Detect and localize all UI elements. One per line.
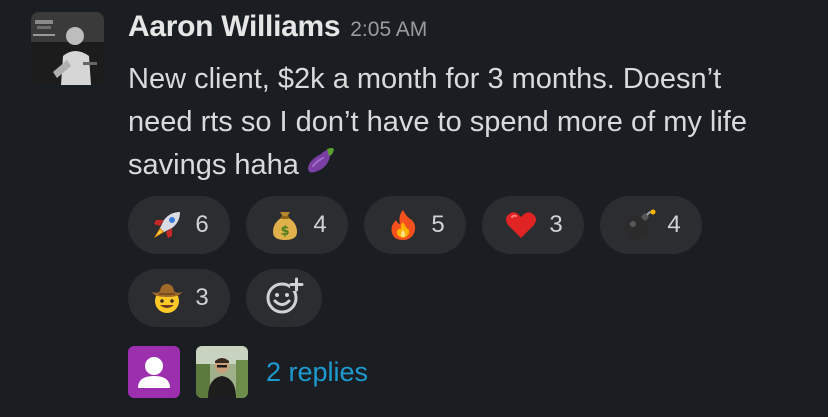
message-header: Aaron Williams 2:05 AM <box>128 10 808 54</box>
reactions-bar: 6 $ 4 5 3 4 3 <box>128 196 748 342</box>
reaction-count: 6 <box>195 211 209 238</box>
replies-link[interactable]: 2 replies <box>266 357 368 388</box>
red-heart-icon <box>503 207 539 243</box>
reaction-row: 6 $ 4 5 3 4 <box>128 196 748 254</box>
message: Aaron Williams 2:05 AM New client, $2k a… <box>0 0 828 417</box>
reaction-count: 5 <box>431 211 445 238</box>
reaction-row: 3 <box>128 269 748 327</box>
fire-icon <box>385 207 421 243</box>
reaction-bomb[interactable]: 4 <box>600 196 702 254</box>
reaction-cowboy-face[interactable]: 3 <box>128 269 230 327</box>
person-photo <box>196 346 248 398</box>
add-reaction-button[interactable] <box>246 269 322 327</box>
author-avatar[interactable] <box>31 12 104 85</box>
reaction-rocket[interactable]: 6 <box>128 196 230 254</box>
message-content: Aaron Williams 2:05 AM New client, $2k a… <box>128 10 808 189</box>
author-photo <box>31 12 104 85</box>
cowboy-face-icon <box>149 280 185 316</box>
author-name[interactable]: Aaron Williams <box>128 10 341 44</box>
reaction-fire[interactable]: 5 <box>364 196 466 254</box>
reaction-count: 3 <box>549 211 563 238</box>
message-text: New client, $2k a month for 3 months. Do… <box>128 63 747 182</box>
reaction-count: 4 <box>313 211 327 238</box>
reaction-red-heart[interactable]: 3 <box>482 196 584 254</box>
svg-text:$: $ <box>281 224 290 239</box>
reaction-count: 4 <box>667 211 681 238</box>
eggplant-icon <box>305 144 337 189</box>
reaction-count: 3 <box>195 284 209 311</box>
money-bag-icon: $ <box>267 207 303 243</box>
reply-avatars <box>128 346 248 398</box>
add-reaction-icon <box>264 276 304 321</box>
message-text-container: New client, $2k a month for 3 months. Do… <box>128 58 788 189</box>
reply-avatar-default <box>128 346 180 398</box>
message-timestamp[interactable]: 2:05 AM <box>350 18 427 42</box>
bomb-icon <box>621 207 657 243</box>
thread-replies[interactable]: 2 replies <box>128 346 368 398</box>
rocket-icon <box>149 207 185 243</box>
user-icon <box>128 346 180 398</box>
reaction-money-bag[interactable]: $ 4 <box>246 196 348 254</box>
reply-avatar-photo <box>196 346 248 398</box>
